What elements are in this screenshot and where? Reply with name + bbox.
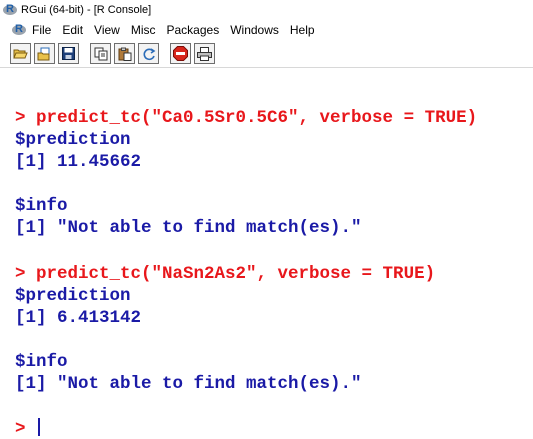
window-title: RGui (64-bit) - [R Console]: [21, 4, 152, 16]
menu-view[interactable]: View: [94, 23, 120, 37]
console-output-line: $prediction: [15, 130, 131, 150]
console-output-line: $info: [15, 196, 68, 216]
toolbar: [0, 40, 533, 68]
load-workspace-icon: [37, 47, 50, 60]
text-cursor: [38, 418, 41, 436]
title-bar: R RGui (64-bit) - [R Console]: [0, 0, 533, 20]
open-script-button[interactable]: [10, 43, 31, 64]
menu-windows[interactable]: Windows: [230, 23, 279, 37]
load-workspace-button[interactable]: [34, 43, 55, 64]
console-output-line: [1] "Not able to find match(es).": [15, 374, 362, 394]
console-output-line: [1] 6.413142: [15, 308, 142, 328]
stop-icon: [173, 46, 188, 61]
copy-paste-icon: [143, 47, 155, 60]
open-script-icon: [13, 49, 28, 59]
copy-button[interactable]: [90, 43, 111, 64]
paste-icon: [118, 47, 131, 61]
menu-help[interactable]: Help: [290, 23, 315, 37]
r-menu-icon[interactable]: R: [12, 23, 26, 36]
console-area[interactable]: > predict_tc("Ca0.5Sr0.5C6", verbose = T…: [0, 100, 533, 439]
console-output-line: [1] 11.45662: [15, 152, 142, 172]
print-icon: [197, 46, 212, 61]
r-logo-icon: R: [3, 3, 17, 16]
menu-bar: R File Edit View Misc Packages Windows H…: [0, 20, 533, 40]
paste-button[interactable]: [114, 43, 135, 64]
copy-paste-button[interactable]: [138, 43, 159, 64]
save-workspace-button[interactable]: [58, 43, 79, 64]
stop-button[interactable]: [170, 43, 191, 64]
console-command-line: > predict_tc("Ca0.5Sr0.5C6", verbose = T…: [15, 108, 478, 128]
console-output-line: $prediction: [15, 286, 131, 306]
print-button[interactable]: [194, 43, 215, 64]
menu-file[interactable]: File: [32, 23, 51, 37]
menu-packages[interactable]: Packages: [167, 23, 220, 37]
copy-icon: [94, 47, 107, 60]
console-prompt: >: [15, 419, 26, 439]
save-workspace-icon: [62, 47, 75, 60]
console-output-line: $info: [15, 352, 68, 372]
console-output-line: [1] "Not able to find match(es).": [15, 218, 362, 238]
console-command-line: > predict_tc("NaSn2As2", verbose = TRUE): [15, 264, 436, 284]
console-prompt-line[interactable]: >: [15, 418, 41, 439]
menu-edit[interactable]: Edit: [62, 23, 83, 37]
menu-misc[interactable]: Misc: [131, 23, 156, 37]
